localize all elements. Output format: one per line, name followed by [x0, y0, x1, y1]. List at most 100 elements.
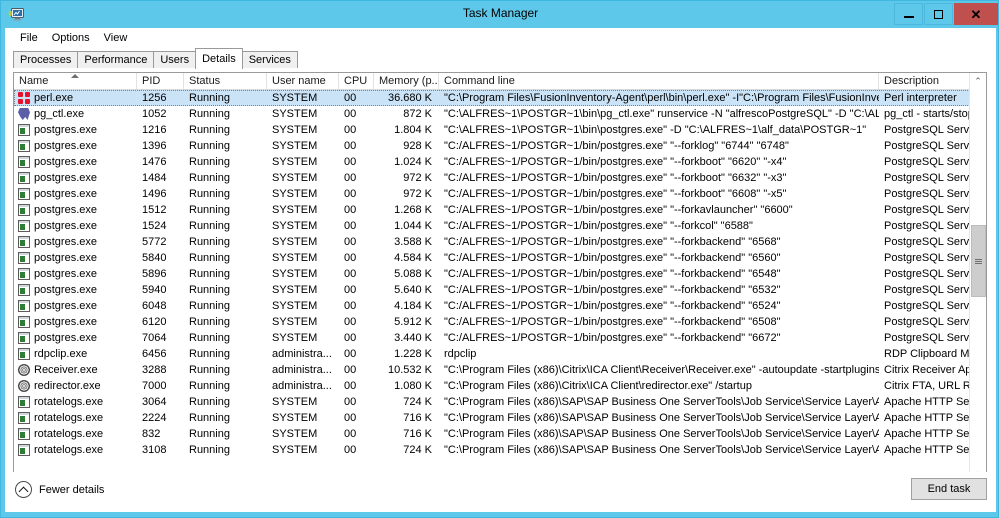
cell-memory: 724 K: [403, 396, 432, 408]
cell-command-line: "C:\Program Files (x86)\SAP\SAP Business…: [444, 428, 879, 440]
cell-cpu: 00: [344, 140, 357, 152]
cell-process-name: postgres.exe: [14, 234, 137, 250]
cell-cpu: 00: [344, 108, 357, 120]
table-row[interactable]: postgres.exe 5940 Running SYSTEM 00 5.640 K "C…: [14, 282, 986, 298]
fewer-details-button[interactable]: Fewer details: [15, 481, 104, 498]
process-name-label: postgres.exe: [34, 204, 97, 216]
title-bar[interactable]: Task Manager ✕: [1, 1, 998, 28]
process-name-label: postgres.exe: [34, 284, 97, 296]
column-header-user-name[interactable]: User name: [267, 73, 339, 89]
end-task-button[interactable]: End task: [911, 478, 987, 500]
column-header-pid[interactable]: PID: [137, 73, 184, 89]
process-name-label: postgres.exe: [34, 300, 97, 312]
cell-status: Running: [189, 268, 230, 280]
cell-user-name: SYSTEM: [272, 204, 318, 216]
cell-memory: 36.680 K: [387, 92, 432, 104]
table-row[interactable]: perl.exe 1256 Running SYSTEM 00 36.680 K "C:\P…: [14, 90, 986, 106]
menu-view[interactable]: View: [97, 31, 135, 45]
tab-details[interactable]: Details: [195, 48, 243, 69]
column-header-name[interactable]: Name: [14, 73, 137, 89]
table-row[interactable]: postgres.exe 1496 Running SYSTEM 00 972 K "C:/…: [14, 186, 986, 202]
table-row[interactable]: postgres.exe 6048 Running SYSTEM 00 4.184 K "C…: [14, 298, 986, 314]
table-row[interactable]: rdpclip.exe 6456 Running administra... 00 1.2…: [14, 346, 986, 362]
console-icon: [18, 396, 30, 408]
cell-memory: 3.440 K: [394, 332, 432, 344]
cell-memory: 3.588 K: [394, 236, 432, 248]
cell-user-name: SYSTEM: [272, 332, 318, 344]
tab-users[interactable]: Users: [153, 51, 197, 69]
cell-cpu: 00: [344, 172, 357, 184]
table-row[interactable]: postgres.exe 1396 Running SYSTEM 00 928 K "C:/…: [14, 138, 986, 154]
cell-cpu: 00: [344, 412, 357, 424]
close-button[interactable]: ✕: [954, 3, 998, 25]
console-icon: [18, 252, 30, 264]
tab-processes[interactable]: Processes: [13, 51, 79, 69]
cell-command-line: "C:\Program Files (x86)\Citrix\ICA Clien…: [444, 364, 879, 376]
table-row[interactable]: rotatelogs.exe 3064 Running SYSTEM 00 724 K "C…: [14, 394, 986, 410]
cell-status: Running: [189, 236, 230, 248]
cell-process-name: postgres.exe: [14, 154, 137, 170]
table-row[interactable]: Receiver.exe 3288 Running administra... 00 10…: [14, 362, 986, 378]
table-row[interactable]: redirector.exe 7000 Running administra... 00…: [14, 378, 986, 394]
table-row[interactable]: postgres.exe 7064 Running SYSTEM 00 3.440 K "C…: [14, 330, 986, 346]
maximize-button[interactable]: [924, 3, 953, 25]
cell-process-name: postgres.exe: [14, 186, 137, 202]
table-row[interactable]: postgres.exe 1484 Running SYSTEM 00 972 K "C:/…: [14, 170, 986, 186]
cell-pid: 6456: [142, 348, 167, 360]
menu-file[interactable]: File: [13, 31, 45, 45]
cell-user-name: SYSTEM: [272, 396, 318, 408]
cell-status: Running: [189, 140, 230, 152]
table-row[interactable]: postgres.exe 5840 Running SYSTEM 00 4.584 K "C…: [14, 250, 986, 266]
cell-process-name: postgres.exe: [14, 314, 137, 330]
column-header-memory[interactable]: Memory (p...: [374, 73, 439, 89]
cell-status: Running: [189, 428, 230, 440]
cell-command-line: "C:/ALFRES~1/POSTGR~1/bin/postgres.exe" …: [444, 156, 787, 168]
tab-services[interactable]: Services: [241, 51, 298, 69]
column-header-command-line[interactable]: Command line: [439, 73, 879, 89]
cell-pid: 5940: [142, 284, 167, 296]
table-row[interactable]: postgres.exe 5772 Running SYSTEM 00 3.588 K "C…: [14, 234, 986, 250]
table-row[interactable]: postgres.exe 5896 Running SYSTEM 00 5.088 K "C…: [14, 266, 986, 282]
cell-user-name: SYSTEM: [272, 156, 318, 168]
sort-ascending-icon: [71, 74, 79, 78]
table-row[interactable]: rotatelogs.exe 2224 Running SYSTEM 00 716 K "C…: [14, 410, 986, 426]
table-row[interactable]: postgres.exe 1216 Running SYSTEM 00 1.804 K "C…: [14, 122, 986, 138]
cell-status: Running: [189, 124, 230, 136]
table-row[interactable]: pg_ctl.exe 1052 Running SYSTEM 00 872 K "C:\AL…: [14, 106, 986, 122]
table-row[interactable]: postgres.exe 1476 Running SYSTEM 00 1.024 K "C…: [14, 154, 986, 170]
cell-command-line: "C:/ALFRES~1/POSTGR~1/bin/postgres.exe" …: [444, 172, 787, 184]
table-row[interactable]: rotatelogs.exe 3108 Running SYSTEM 00 724 K "C…: [14, 442, 986, 458]
cell-status: Running: [189, 252, 230, 264]
vertical-scrollbar-thumb[interactable]: [971, 225, 986, 297]
cell-process-name: redirector.exe: [14, 378, 137, 394]
console-icon: [18, 332, 30, 344]
cell-status: Running: [189, 364, 230, 376]
cell-status: Running: [189, 300, 230, 312]
cell-command-line: "C:/ALFRES~1/POSTGR~1/bin/postgres.exe" …: [444, 188, 787, 200]
cell-pid: 5840: [142, 252, 167, 264]
cell-memory: 716 K: [403, 412, 432, 424]
minimize-button[interactable]: [894, 3, 923, 25]
cell-memory: 1.804 K: [394, 124, 432, 136]
tab-performance[interactable]: Performance: [77, 51, 155, 69]
cell-cpu: 00: [344, 220, 357, 232]
console-icon: [18, 172, 30, 184]
table-row[interactable]: rotatelogs.exe 832 Running SYSTEM 00 716 K "C:…: [14, 426, 986, 442]
table-row[interactable]: postgres.exe 1512 Running SYSTEM 00 1.268 K "C…: [14, 202, 986, 218]
cell-cpu: 00: [344, 204, 357, 216]
cell-user-name: SYSTEM: [272, 444, 318, 456]
cell-command-line: "C:/ALFRES~1/POSTGR~1/bin/postgres.exe" …: [444, 268, 781, 280]
vertical-scrollbar[interactable]: ⌃ ⌄: [969, 73, 986, 480]
table-row[interactable]: postgres.exe 1524 Running SYSTEM 00 1.044 K "C…: [14, 218, 986, 234]
cell-process-name: rotatelogs.exe: [14, 442, 137, 458]
scroll-up-button[interactable]: ⌃: [970, 73, 986, 90]
column-header-status[interactable]: Status: [184, 73, 267, 89]
cell-pid: 5896: [142, 268, 167, 280]
cell-pid: 2224: [142, 412, 167, 424]
cell-user-name: SYSTEM: [272, 124, 318, 136]
table-row[interactable]: postgres.exe 6120 Running SYSTEM 00 5.912 K "C…: [14, 314, 986, 330]
console-icon: [18, 412, 30, 424]
menu-options[interactable]: Options: [45, 31, 97, 45]
cell-process-name: postgres.exe: [14, 218, 137, 234]
column-header-cpu[interactable]: CPU: [339, 73, 374, 89]
